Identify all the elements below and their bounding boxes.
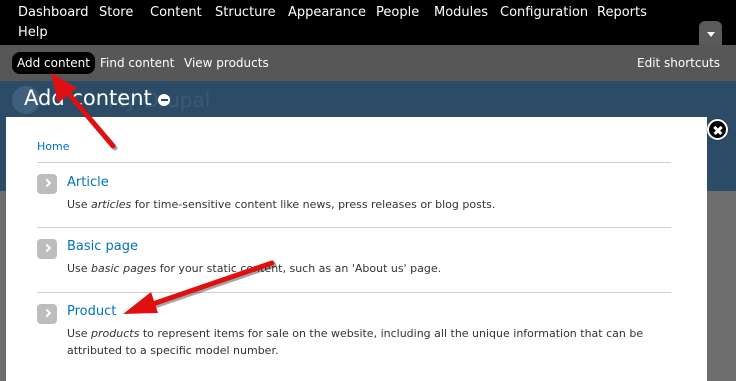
menu-item-configuration[interactable]: Configuration xyxy=(500,5,588,21)
menu-item-reports[interactable]: Reports xyxy=(597,5,647,21)
page-title: Add content xyxy=(24,86,152,110)
expand-arrow-icon[interactable] xyxy=(37,174,57,194)
menu-item-modules[interactable]: Modules xyxy=(434,5,488,21)
menu-item-store[interactable]: Store xyxy=(99,5,133,21)
menu-item-appearance[interactable]: Appearance xyxy=(288,5,366,21)
breadcrumb-home[interactable]: Home xyxy=(37,140,69,154)
menu-item-structure[interactable]: Structure xyxy=(215,5,275,21)
divider xyxy=(37,292,671,293)
menu-item-content[interactable]: Content xyxy=(150,5,202,21)
shortcut-view-products[interactable]: View products xyxy=(184,55,269,71)
divider xyxy=(37,162,671,163)
expand-arrow-icon[interactable] xyxy=(37,239,57,259)
content-type-basic-page-description: Use basic pages for your static content,… xyxy=(67,262,442,275)
shortcut-find-content[interactable]: Find content xyxy=(100,55,174,71)
menu-item-people[interactable]: People xyxy=(376,5,419,21)
shortcuts-bar: Add content Find content View products E… xyxy=(0,45,736,81)
overlay-close-button[interactable] xyxy=(707,119,728,140)
menu-item-help[interactable]: Help xyxy=(18,25,48,41)
content-type-article-link[interactable]: Article xyxy=(67,175,109,191)
menu-item-dashboard[interactable]: Dashboard xyxy=(18,5,89,21)
edit-shortcuts-link[interactable]: Edit shortcuts xyxy=(637,55,720,71)
toolbar-drawer-toggle[interactable] xyxy=(699,21,722,45)
expand-arrow-icon[interactable] xyxy=(37,304,57,324)
divider xyxy=(37,227,671,228)
content-type-product-link[interactable]: Product xyxy=(67,304,116,320)
content-type-article-description: Use articles for time-sensitive content … xyxy=(67,198,496,211)
shortcut-add-content[interactable]: Add content xyxy=(12,52,95,74)
content-type-basic-page-link[interactable]: Basic page xyxy=(67,239,138,255)
content-type-product-description: Use products to represent items for sale… xyxy=(67,327,644,357)
collapse-icon[interactable] xyxy=(158,94,170,106)
admin-toolbar: Dashboard Store Content Structure Appear… xyxy=(0,0,736,45)
chevron-down-icon xyxy=(707,32,715,37)
